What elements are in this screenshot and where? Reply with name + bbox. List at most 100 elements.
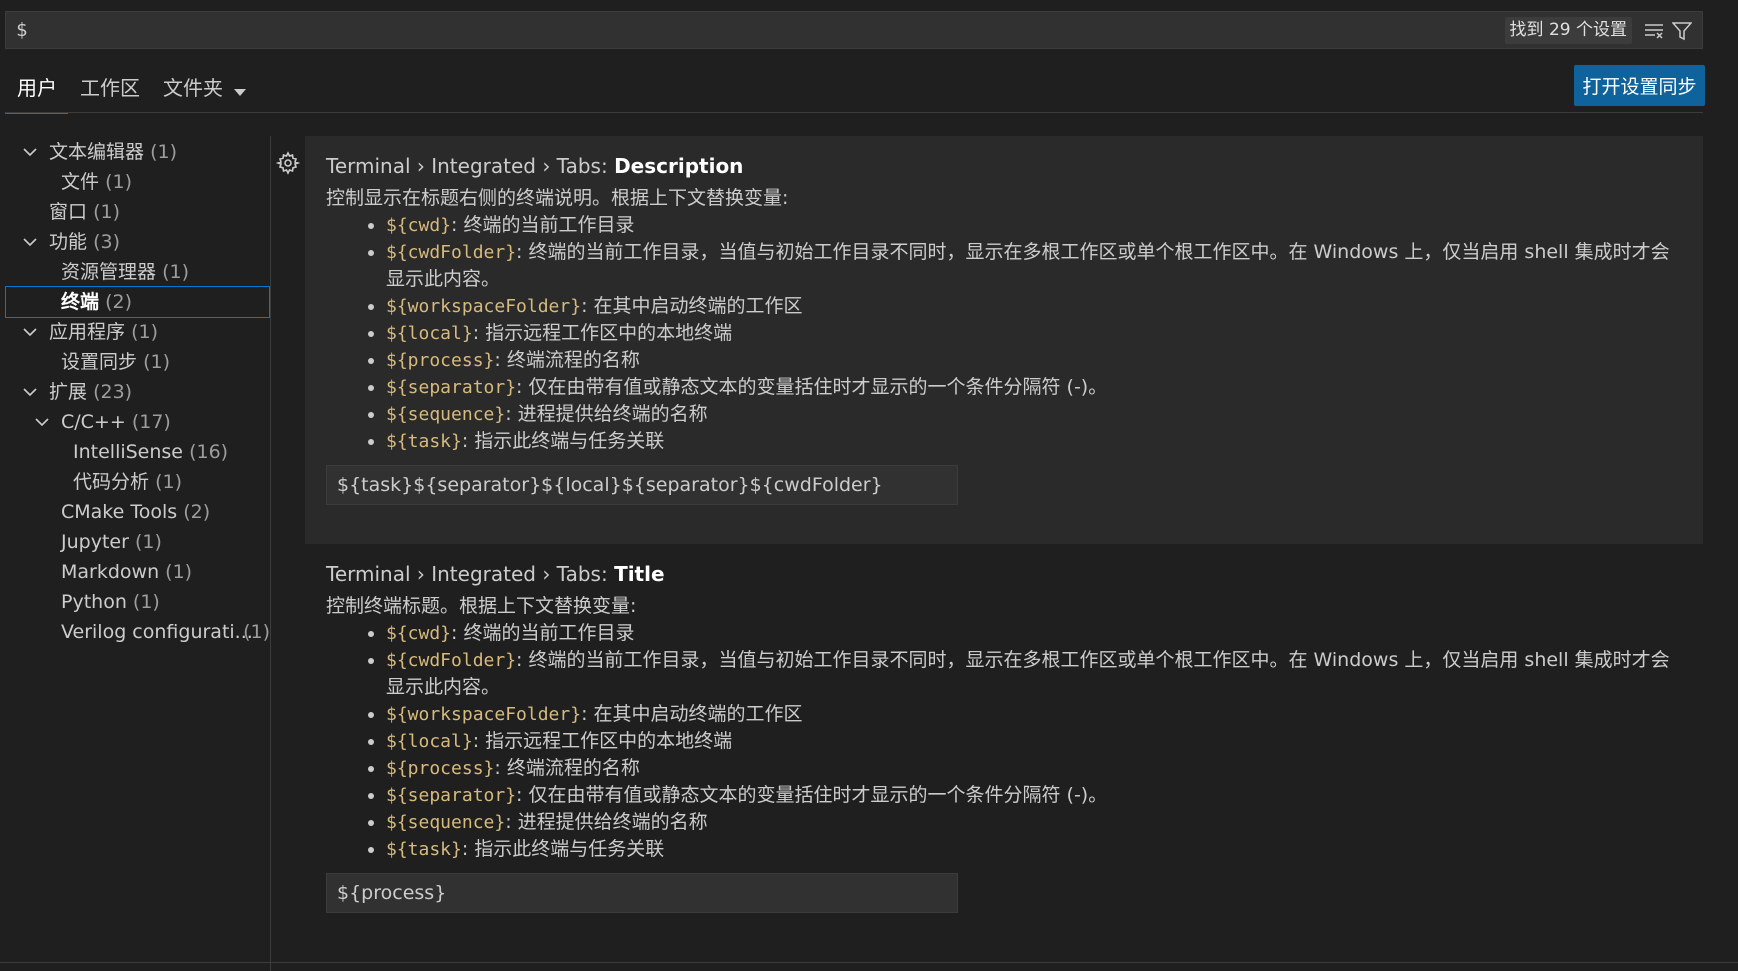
tab-workspace[interactable]: 工作区 — [80, 68, 140, 114]
toc-item-count: (1) — [132, 591, 160, 613]
toc-item-verilog[interactable]: Verilog configurati... (1) — [5, 616, 270, 648]
toc-item-markdown[interactable]: Markdown (1) — [5, 556, 270, 588]
variable-name: ${separator} — [386, 785, 517, 806]
clear-filter-icon[interactable] — [1642, 19, 1666, 43]
variable-text: : 指示此终端与任务关联 — [461, 838, 665, 860]
toc-item-files[interactable]: 文件 (1) — [5, 166, 270, 198]
toc-item-count: (17) — [131, 411, 171, 433]
toc-item-count: (2) — [105, 291, 132, 313]
variable-text: : 在其中启动终端的工作区 — [581, 703, 803, 725]
variable-name: ${workspaceFolder} — [386, 296, 582, 317]
list-item: ${cwdFolder}: 终端的当前工作目录，当值与初始工作目录不同时，显示在… — [386, 239, 1686, 293]
toc-item-label: 窗口 — [49, 201, 88, 223]
list-item: ${local}: 指示远程工作区中的本地终端 — [386, 728, 1686, 755]
toc-item-terminal[interactable]: 终端 (2) — [5, 286, 270, 318]
toc-item-count: (1) — [131, 321, 158, 343]
setting-value-input[interactable] — [326, 873, 958, 913]
tab-folder[interactable]: 文件夹 — [163, 68, 247, 114]
setting-category: Terminal › Integrated › Tabs: — [326, 154, 615, 178]
setting-description: 控制显示在标题右侧的终端说明。根据上下文替换变量: — [326, 187, 789, 209]
variable-text: : 仅在由带有值或静态文本的变量括住时才显示的一个条件分隔符 (-)。 — [516, 784, 1108, 806]
variable-name: ${sequence} — [386, 404, 506, 425]
setting-value-input[interactable] — [326, 465, 958, 505]
variable-name: ${cwdFolder} — [386, 650, 517, 671]
list-item: ${separator}: 仅在由带有值或静态文本的变量括住时才显示的一个条件分… — [386, 374, 1686, 401]
filter-icon[interactable] — [1670, 19, 1694, 43]
open-settings-sync-button[interactable]: 打开设置同步 — [1574, 65, 1705, 106]
variable-name: ${task} — [386, 431, 462, 452]
toc-item-count: (1) — [243, 621, 270, 643]
toc-item-count: (1) — [150, 141, 177, 163]
variable-text: : 仅在由带有值或静态文本的变量括住时才显示的一个条件分隔符 (-)。 — [516, 376, 1108, 398]
setting-terminal-tabs-title: Terminal › Integrated › Tabs: Title 控制终端… — [326, 560, 1686, 913]
list-item: ${workspaceFolder}: 在其中启动终端的工作区 — [386, 293, 1686, 320]
settings-search-bar: 找到 29 个设置 — [5, 11, 1703, 49]
setting-description: 控制终端标题。根据上下文替换变量: — [326, 595, 637, 617]
variable-name: ${cwd} — [386, 215, 452, 236]
toc-item-label: Python — [61, 591, 127, 613]
variable-name: ${cwd} — [386, 623, 452, 644]
toc-item-count: (1) — [155, 471, 182, 493]
toc-item-intellisense[interactable]: IntelliSense (16) — [5, 436, 270, 468]
toc-item-count: (2) — [183, 501, 211, 523]
toc-item-label: 文件 — [61, 171, 100, 193]
toc-item-count: (1) — [134, 531, 162, 553]
variable-text: : 终端的当前工作目录，当值与初始工作目录不同时，显示在多根工作区或单个根工作区… — [386, 649, 1670, 698]
list-item: ${sequence}: 进程提供给终端的名称 — [386, 401, 1686, 428]
toc-item-jupyter[interactable]: Jupyter (1) — [5, 526, 270, 558]
toc-item-application[interactable]: 应用程序 (1) — [5, 316, 270, 348]
toc-item-cpp[interactable]: C/C++ (17) — [5, 406, 270, 438]
variable-text: : 指示远程工作区中的本地终端 — [472, 322, 733, 344]
settings-toc: 文本编辑器 (1) 文件 (1) 窗口 (1) 功能 (3) 资源管理器 (1)… — [5, 136, 270, 971]
variable-text: : 在其中启动终端的工作区 — [581, 295, 803, 317]
bottom-divider — [0, 962, 1738, 963]
tab-folder-label: 文件夹 — [163, 76, 223, 100]
toc-item-count: (1) — [143, 351, 170, 373]
setting-title: Terminal › Integrated › Tabs: Descriptio… — [326, 152, 1686, 180]
variable-name: ${cwdFolder} — [386, 242, 517, 263]
variable-name: ${process} — [386, 758, 495, 779]
toc-item-python[interactable]: Python (1) — [5, 586, 270, 618]
toc-item-code-analysis[interactable]: 代码分析 (1) — [5, 466, 270, 498]
setting-terminal-tabs-description: Terminal › Integrated › Tabs: Descriptio… — [326, 152, 1686, 505]
setting-key: Title — [614, 562, 665, 586]
toc-item-label: CMake Tools — [61, 501, 178, 523]
chevron-down-icon — [23, 328, 37, 337]
toc-item-label: Markdown — [61, 561, 160, 583]
list-item: ${cwd}: 终端的当前工作目录 — [386, 620, 1686, 647]
toc-item-count: (16) — [189, 441, 229, 463]
variable-name: ${local} — [386, 731, 473, 752]
toc-item-count: (1) — [93, 201, 120, 223]
tabs-divider — [5, 112, 1703, 113]
toc-item-text-editor[interactable]: 文本编辑器 (1) — [5, 136, 270, 168]
list-item: ${task}: 指示此终端与任务关联 — [386, 428, 1686, 455]
list-item: ${workspaceFolder}: 在其中启动终端的工作区 — [386, 701, 1686, 728]
toc-item-label: 资源管理器 — [61, 261, 157, 283]
toc-item-window[interactable]: 窗口 (1) — [5, 196, 270, 228]
toc-item-features[interactable]: 功能 (3) — [5, 226, 270, 258]
toc-item-label: IntelliSense — [73, 441, 184, 463]
gear-icon[interactable] — [275, 151, 301, 175]
variable-text: : 终端的当前工作目录 — [451, 622, 635, 644]
variable-name: ${local} — [386, 323, 473, 344]
toc-item-label: 功能 — [49, 231, 88, 253]
variable-text: : 指示远程工作区中的本地终端 — [472, 730, 733, 752]
toc-item-settings-sync[interactable]: 设置同步 (1) — [5, 346, 270, 378]
toc-item-extensions[interactable]: 扩展 (23) — [5, 376, 270, 408]
variable-text: : 指示此终端与任务关联 — [461, 430, 665, 452]
list-item: ${task}: 指示此终端与任务关联 — [386, 836, 1686, 863]
variable-text: : 终端流程的名称 — [494, 349, 640, 371]
chevron-down-icon — [23, 388, 37, 397]
list-item: ${separator}: 仅在由带有值或静态文本的变量括住时才显示的一个条件分… — [386, 782, 1686, 809]
chevron-down-icon — [23, 238, 37, 247]
variable-name: ${sequence} — [386, 812, 506, 833]
variable-text: : 进程提供给终端的名称 — [505, 403, 708, 425]
tab-user[interactable]: 用户 — [5, 68, 68, 114]
toc-item-label: 设置同步 — [61, 351, 138, 373]
toc-item-explorer[interactable]: 资源管理器 (1) — [5, 256, 270, 288]
settings-search-input[interactable] — [16, 16, 1416, 44]
tab-workspace-label: 工作区 — [80, 76, 140, 100]
chevron-down-icon — [35, 418, 49, 427]
toc-item-label: 扩展 — [49, 381, 88, 403]
toc-item-cmake-tools[interactable]: CMake Tools (2) — [5, 496, 270, 528]
